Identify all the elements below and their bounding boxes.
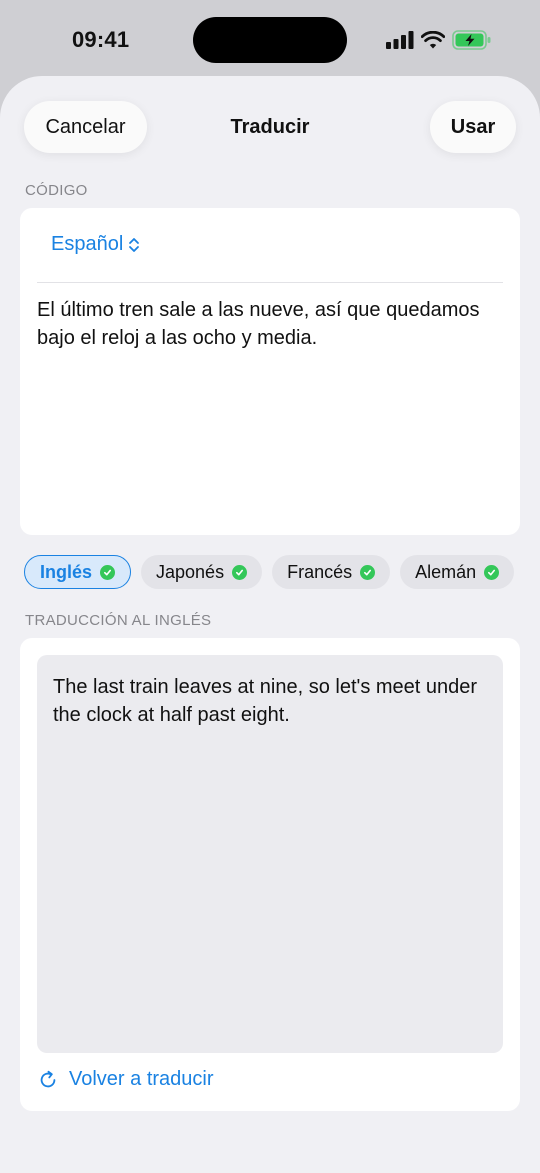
- translation-output: The last train leaves at nine, so let's …: [37, 655, 503, 1053]
- source-language-selector[interactable]: Español: [51, 233, 140, 256]
- translation-section-label: TRADUCCIÓN AL INGLÉS: [25, 612, 212, 629]
- source-language-label: Español: [51, 233, 124, 255]
- language-chip-ingles[interactable]: Inglés: [24, 555, 132, 589]
- language-chip-aleman[interactable]: Alemán: [400, 555, 515, 589]
- status-bar: 09:41: [0, 0, 540, 80]
- cellular-signal-icon: [386, 31, 414, 49]
- checkmark-icon: [484, 564, 500, 580]
- checkmark-icon: [232, 564, 248, 580]
- status-icons: [386, 29, 492, 51]
- language-chip-label: Japonés: [156, 561, 225, 582]
- language-chip-label: Francés: [287, 561, 353, 582]
- source-card: Español El último tren sale a las nueve,…: [20, 208, 520, 535]
- retranslate-button[interactable]: Volver a traducir: [37, 1068, 214, 1091]
- dynamic-island: [193, 17, 347, 63]
- language-chip-label: Inglés: [40, 561, 93, 582]
- language-chip-japones[interactable]: Japonés: [141, 555, 263, 589]
- wifi-icon: [421, 31, 445, 49]
- target-language-chips: Inglés Japonés Francés Alemán: [24, 555, 515, 589]
- use-button[interactable]: Usar: [430, 101, 516, 153]
- status-time: 09:41: [72, 27, 130, 52]
- translate-sheet: Cancelar Traducir Usar CÓDIGO Español El…: [0, 76, 540, 1173]
- source-section-label: CÓDIGO: [25, 182, 88, 199]
- checkmark-icon: [100, 564, 116, 580]
- source-text-field[interactable]: El último tren sale a las nueve, así que…: [37, 296, 500, 352]
- battery-charging-icon: [452, 30, 491, 50]
- chevron-up-down-icon: [129, 237, 140, 252]
- refresh-icon: [40, 1070, 56, 1087]
- translation-card: The last train leaves at nine, so let's …: [20, 638, 520, 1111]
- retranslate-label: Volver a traducir: [69, 1068, 214, 1090]
- translation-text: The last train leaves at nine, so let's …: [53, 676, 478, 726]
- divider: [37, 282, 503, 283]
- language-chip-label: Alemán: [415, 561, 477, 582]
- checkmark-icon: [360, 564, 376, 580]
- language-chip-frances[interactable]: Francés: [272, 555, 391, 589]
